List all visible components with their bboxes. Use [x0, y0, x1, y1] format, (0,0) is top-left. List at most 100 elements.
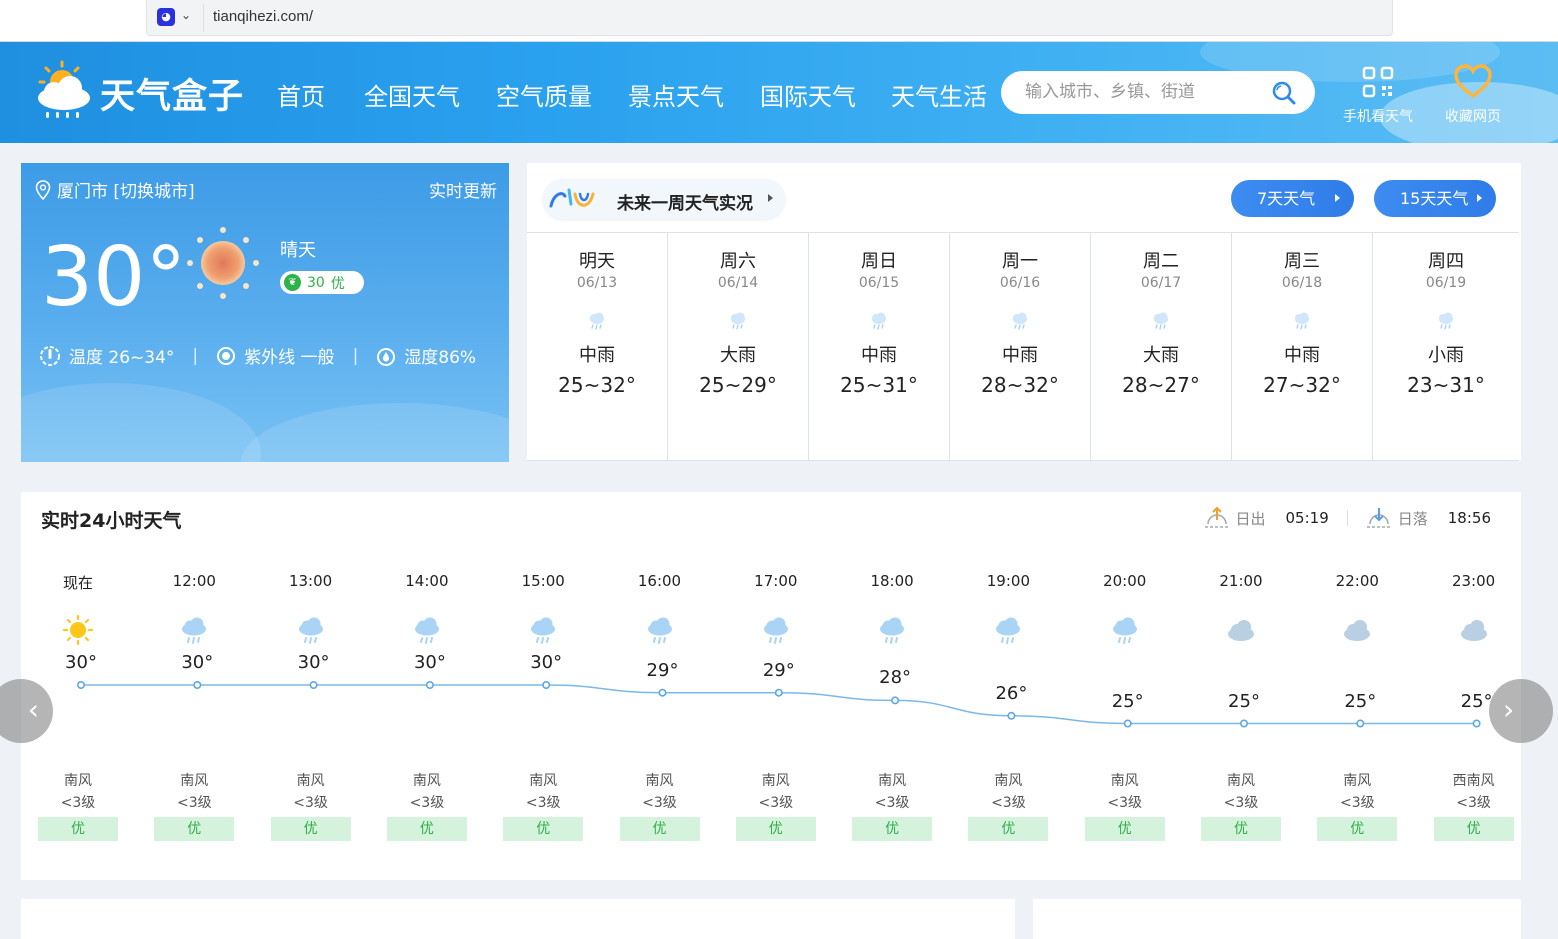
nav-international-weather[interactable]: 国际天气 — [760, 77, 856, 112]
uv-icon — [217, 346, 236, 365]
city-switcher[interactable]: 厦门市 [切换城市] — [35, 177, 195, 202]
wind-direction: 西南风 — [1452, 773, 1495, 789]
cloud-decoration — [241, 403, 509, 462]
rain-cloud-icon — [644, 614, 676, 650]
rain-cloud-icon — [411, 614, 443, 650]
nav-air-quality[interactable]: 空气质量 — [496, 77, 592, 112]
site-logo[interactable]: 天气盒子 — [34, 60, 254, 124]
week-day-column[interactable]: 周二 06/17 大雨 28~27° — [1091, 233, 1232, 460]
week-day-temp-range: 27~32° — [1263, 373, 1341, 397]
hour-temperature: 30° — [297, 652, 330, 673]
week-day-condition: 中雨 — [1002, 345, 1038, 366]
wind-direction: 南风 — [878, 773, 907, 789]
nav-national-weather[interactable]: 全国天气 — [364, 77, 460, 112]
hour-time: 23:00 — [1451, 572, 1496, 590]
temperature-point — [774, 688, 783, 697]
week-day-column[interactable]: 周六 06/14 大雨 25~29° — [668, 233, 809, 460]
temperature-point — [658, 688, 667, 697]
wind-level: <3级 — [874, 795, 910, 811]
search-icon[interactable] — [1271, 80, 1297, 106]
city-name: 厦门市 [切换城市] — [57, 182, 195, 202]
rain-cloud-icon — [876, 614, 908, 650]
fifteen-day-label: 15天天气 — [1400, 189, 1469, 208]
hour-aqi-badge: 优 — [503, 817, 584, 841]
chevron-right-icon — [1335, 194, 1340, 202]
week-forecast-card: 未来一周天气实况 7天天气 15天天气 明天 06/13 中雨 25~32° 周六 06/… — [527, 163, 1521, 461]
week-day-name: 周日 — [861, 251, 897, 272]
rain-cloud-icon — [760, 614, 792, 650]
hour-temperature: 26° — [995, 682, 1028, 704]
site-favicon-icon[interactable]: ◕ — [157, 8, 175, 26]
hour-aqi-badge: 优 — [1433, 817, 1514, 841]
temperature-point — [1472, 719, 1481, 728]
mobile-weather-label: 手机看天气 — [1343, 109, 1413, 125]
cloud-decoration — [21, 383, 261, 462]
week-day-column[interactable]: 周三 06/18 中雨 27~32° — [1232, 233, 1373, 460]
week-day-date: 06/16 — [999, 275, 1041, 291]
week-day-date: 06/14 — [717, 275, 759, 291]
week-day-column[interactable]: 周一 06/16 中雨 28~32° — [950, 233, 1091, 460]
week-day-temp-range: 25~31° — [840, 373, 918, 397]
hour-temperature: 30° — [413, 652, 446, 673]
rain-cloud-icon — [1150, 311, 1172, 335]
nav-weather-life[interactable]: 天气生活 — [891, 77, 987, 112]
uv-index: 紫外线 一般 — [244, 348, 335, 368]
hour-time: 12:00 — [172, 572, 216, 590]
chevron-right-icon — [768, 194, 773, 202]
bookmark-button[interactable]: 收藏网页 — [1428, 64, 1518, 125]
hour-wind: 南风 <3级 — [852, 770, 932, 814]
logo-text: 天气盒子 — [100, 77, 245, 117]
hour-time: 20:00 — [1103, 572, 1147, 590]
bottom-panel-left — [21, 899, 1015, 939]
hour-aqi-badge: 优 — [968, 817, 1049, 841]
week-forecast-title: 未来一周天气实况 — [617, 194, 753, 214]
temperature-point — [309, 681, 318, 690]
divider: | — [192, 345, 199, 366]
rain-cloud-icon — [295, 614, 327, 650]
week-day-column[interactable]: 周日 06/15 中雨 25~31° — [809, 233, 950, 460]
current-temperature: 30° — [41, 230, 187, 325]
search-input[interactable] — [1025, 80, 1255, 104]
divider: | — [352, 345, 359, 366]
url-text[interactable]: tianqihezi.com/ — [213, 8, 313, 25]
hour-aqi-badge: 优 — [154, 817, 235, 841]
wind-level: <3级 — [60, 795, 96, 811]
rain-cloud-icon — [586, 311, 608, 335]
logo-sun-cloud-icon — [38, 60, 90, 118]
wind-level: <3级 — [642, 795, 677, 811]
next-arrow-button[interactable]: › — [1489, 679, 1553, 743]
address-bar[interactable]: ◕ ⌄ tianqihezi.com/ — [146, 0, 1393, 36]
temperature-point — [1007, 711, 1016, 720]
fifteen-day-button[interactable]: 15天天气 — [1374, 180, 1496, 217]
chevron-down-icon[interactable]: ⌄ — [181, 8, 191, 22]
hour-wind: 南风 <3级 — [387, 770, 467, 814]
cloud-icon — [1225, 614, 1257, 650]
week-day-condition: 中雨 — [579, 345, 615, 366]
hour-temperature: 25° — [1344, 690, 1377, 712]
week-day-column[interactable]: 周四 06/19 小雨 23~31° — [1373, 233, 1519, 460]
mobile-weather-button[interactable]: 手机看天气 — [1333, 64, 1423, 125]
aqi-level: 优 — [330, 275, 345, 292]
seven-day-button[interactable]: 7天天气 — [1231, 180, 1354, 217]
wind-level: <3级 — [293, 795, 328, 811]
week-day-date: 06/17 — [1140, 275, 1182, 291]
aqi-badge[interactable]: ❦ 30 优 — [280, 271, 364, 294]
cloud-icon — [1341, 614, 1373, 650]
week-day-date: 06/18 — [1281, 275, 1323, 291]
hour-wind: 南风 <3级 — [968, 770, 1048, 814]
hour-time: 21:00 — [1219, 572, 1263, 590]
week-forecast-header[interactable]: 未来一周天气实况 — [543, 179, 785, 219]
hour-time: 17:00 — [754, 572, 798, 590]
week-day-name: 周一 — [1002, 251, 1038, 272]
nav-home[interactable]: 首页 — [277, 77, 325, 112]
thermometer-ring-icon — [40, 345, 60, 366]
wind-direction: 南风 — [64, 773, 92, 789]
nav-scenic-weather[interactable]: 景点天气 — [628, 77, 724, 112]
temperature-point — [1240, 719, 1249, 728]
wind-level: <3级 — [409, 795, 445, 811]
bottom-panel-right — [1033, 899, 1521, 939]
hour-wind: 南风 <3级 — [1317, 770, 1397, 814]
wind-direction: 南风 — [529, 773, 558, 789]
week-day-name: 周二 — [1143, 251, 1179, 272]
week-day-column[interactable]: 明天 06/13 中雨 25~32° — [527, 233, 668, 460]
